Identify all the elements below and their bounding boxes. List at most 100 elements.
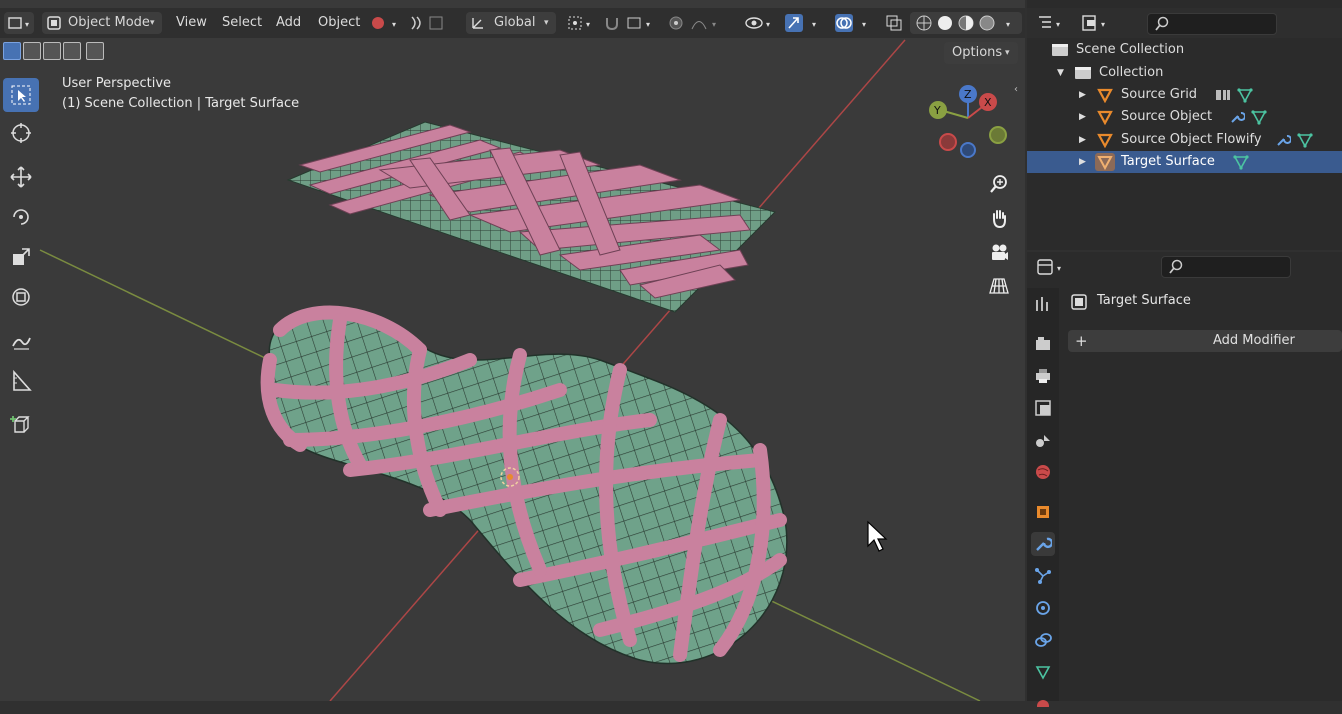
expand-right-icon[interactable]: ▶ — [1079, 151, 1086, 173]
expand-right-icon[interactable]: ▶ — [1079, 129, 1086, 151]
y-axis-label: Y — [933, 104, 941, 117]
scene-collection-icon — [1052, 44, 1068, 56]
outliner-row-source-grid[interactable]: ▶ Source Grid — [1027, 84, 1342, 106]
properties-search-input[interactable] — [1161, 256, 1291, 278]
xray-toggle[interactable] — [882, 12, 908, 34]
perspective-toggle-button[interactable] — [985, 272, 1013, 300]
visibility-dropdown[interactable]: ▾ — [742, 12, 778, 34]
collection-box-icon — [1075, 67, 1091, 79]
select-box-extend-icon[interactable] — [23, 42, 41, 60]
select-box-new-icon[interactable] — [3, 42, 21, 60]
options-dropdown[interactable]: Options ▾ — [944, 42, 1018, 64]
rotate-tool[interactable] — [3, 200, 39, 234]
mesh-data-icon[interactable] — [1297, 132, 1313, 148]
tab-constraints[interactable] — [1031, 628, 1055, 652]
tab-output[interactable] — [1031, 364, 1055, 388]
collapse-arrow-icon[interactable]: ‹ — [1014, 84, 1018, 95]
properties-panel: ▾ Target Surface + Add Modifier — [1027, 252, 1342, 707]
add-cube-tool[interactable] — [3, 408, 39, 442]
measure-tool[interactable] — [3, 364, 39, 398]
tab-world[interactable] — [1031, 460, 1055, 484]
array-modifier-icon[interactable] — [1215, 87, 1231, 103]
proportional-editing-toggle[interactable]: ▾ — [664, 12, 724, 34]
outliner-header: ▾ ▾ — [1027, 8, 1342, 38]
gizmo-icon: ▾ — [785, 14, 816, 32]
expand-right-icon[interactable]: ▶ — [1079, 106, 1086, 128]
tab-scene[interactable] — [1031, 428, 1055, 452]
neg-y-axis-icon[interactable] — [989, 126, 1007, 144]
outliner-panel: ▾ ▾ Scene Collection ▼ Collection ▶ Sour… — [1027, 0, 1342, 250]
menu-add[interactable]: Add — [272, 12, 305, 34]
cursor-tool[interactable] — [3, 116, 39, 150]
mesh-object-icon — [1095, 153, 1115, 171]
snapping-dropdown[interactable]: ▾ — [602, 12, 658, 34]
expand-right-icon[interactable]: ▶ — [1079, 84, 1086, 106]
xray-icon — [886, 15, 902, 31]
zoom-button[interactable] — [985, 170, 1013, 198]
menu-object[interactable]: Object — [314, 12, 364, 34]
move-tool[interactable] — [3, 160, 39, 194]
annotate-tool[interactable] — [3, 324, 39, 358]
properties-editor-type-dropdown[interactable]: ▾ — [1035, 256, 1071, 278]
target-surface-mesh[interactable] — [260, 305, 788, 665]
outliner-row-source-object-flowify[interactable]: ▶ Source Object Flowify — [1027, 129, 1342, 151]
tab-material[interactable] — [1031, 690, 1055, 714]
wrench-icon[interactable] — [1275, 132, 1291, 148]
outliner-row-target-surface[interactable]: ▶ Target Surface — [1027, 151, 1342, 173]
menu-view[interactable]: View — [172, 12, 211, 34]
select-box-intersect-icon[interactable] — [86, 42, 104, 60]
neg-x-axis-icon[interactable] — [939, 133, 957, 151]
outliner-editor-type-dropdown[interactable]: ▾ — [1035, 12, 1069, 34]
tab-view-layer[interactable] — [1031, 396, 1055, 420]
select-box-tool[interactable] — [3, 78, 39, 112]
tool-settings-icon — [1036, 297, 1048, 311]
camera-view-button[interactable] — [985, 238, 1013, 266]
navigation-gizmo[interactable]: Z X Y — [922, 80, 1012, 162]
outliner-search-input[interactable] — [1147, 13, 1277, 35]
3d-viewport[interactable]: ▾ Object Mode ▾ View Select Add Object ▾… — [0, 0, 1025, 701]
transform-orientation-dropdown[interactable]: Global ▾ — [466, 12, 556, 34]
tab-physics[interactable] — [1031, 596, 1055, 620]
outliner-row-scene-collection[interactable]: Scene Collection — [1027, 39, 1342, 61]
pan-button[interactable] — [985, 204, 1013, 232]
shading-popover-button[interactable]: ▾ — [366, 12, 404, 34]
tab-render[interactable] — [1031, 332, 1055, 356]
pivot-point-dropdown[interactable]: ▾ — [564, 12, 598, 34]
neg-z-axis-icon[interactable] — [960, 142, 976, 158]
expand-down-icon[interactable]: ▼ — [1057, 62, 1064, 84]
svg-text:▾: ▾ — [1056, 20, 1060, 29]
zoom-icon — [990, 175, 1007, 193]
add-modifier-button[interactable]: + Add Modifier — [1068, 330, 1342, 352]
svg-text:▾: ▾ — [766, 20, 770, 29]
mesh-data-icon[interactable] — [1233, 154, 1249, 170]
scale-tool[interactable] — [3, 240, 39, 274]
wrench-icon[interactable] — [1229, 109, 1245, 125]
tab-particles[interactable] — [1031, 564, 1055, 588]
outliner-row-source-object[interactable]: ▶ Source Object — [1027, 106, 1342, 128]
object-mode-dropdown[interactable]: Object Mode ▾ — [42, 12, 162, 34]
overlays-toggle[interactable]: ▾ — [832, 12, 876, 34]
menu-select[interactable]: Select — [218, 12, 266, 34]
chevron-down-icon: ▾ — [150, 18, 155, 28]
transform-tool[interactable] — [3, 280, 39, 314]
shading-mode-icons[interactable]: ▾ — [910, 12, 1022, 34]
tool-shelf — [0, 76, 42, 456]
select-box-invert-icon[interactable] — [63, 42, 81, 60]
tab-tool[interactable] — [1031, 292, 1055, 316]
add-cube-icon — [10, 416, 30, 433]
tab-modifiers[interactable] — [1031, 532, 1055, 556]
gizmo-toggle[interactable]: ▾ — [782, 12, 826, 34]
grid-perspective-icon — [989, 278, 1009, 294]
mesh-data-icon[interactable] — [1251, 109, 1267, 125]
select-box-subtract-icon[interactable] — [43, 42, 61, 60]
tab-data[interactable] — [1031, 660, 1055, 684]
shading-mode-group[interactable]: ▾ — [910, 12, 1022, 34]
snap-toggle[interactable] — [406, 12, 446, 34]
outliner-row-collection[interactable]: ▼ Collection — [1027, 62, 1342, 84]
outliner-item-label: Source Object Flowify — [1121, 132, 1262, 147]
tab-object[interactable] — [1031, 500, 1055, 524]
source-grid-mesh[interactable] — [286, 121, 776, 313]
display-mode-dropdown[interactable]: ▾ — [1079, 12, 1115, 34]
editor-type-dropdown[interactable]: ▾ — [4, 12, 34, 34]
mesh-data-icon[interactable] — [1237, 87, 1253, 103]
